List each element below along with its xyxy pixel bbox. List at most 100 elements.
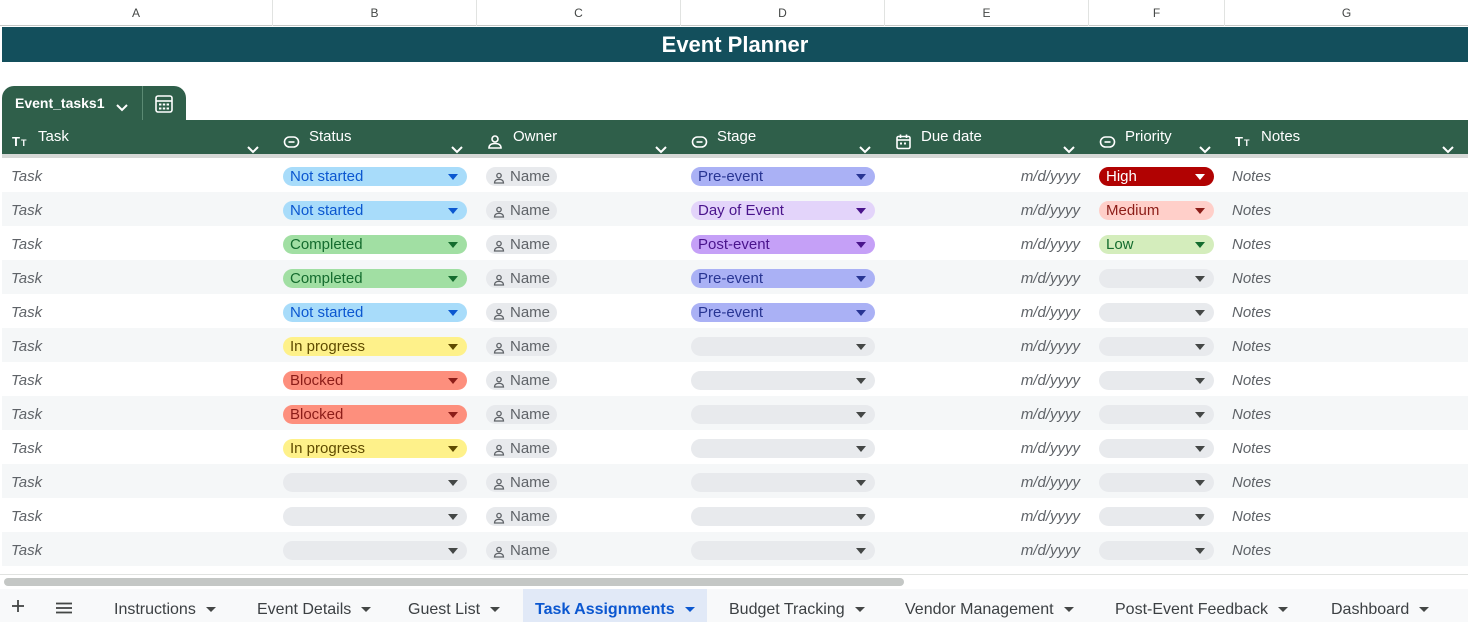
header-stage[interactable]: Stage <box>681 120 885 154</box>
task-cell[interactable]: Task <box>11 328 42 362</box>
header-notes[interactable]: TT Notes <box>1225 120 1468 154</box>
priority-dropdown[interactable] <box>1099 507 1214 526</box>
column-a-header[interactable]: A <box>0 0 273 26</box>
column-d-header[interactable]: D <box>681 0 885 26</box>
status-dropdown[interactable]: Not started <box>283 303 467 322</box>
plus-icon[interactable] <box>10 598 26 619</box>
task-cell[interactable]: Task <box>11 430 42 464</box>
due-date-cell[interactable]: m/d/yyyy <box>886 192 1080 226</box>
owner-chip[interactable]: Name <box>486 269 557 288</box>
status-dropdown[interactable]: Blocked <box>283 405 467 424</box>
table-name[interactable]: Event_tasks1 <box>15 86 105 120</box>
stage-dropdown[interactable] <box>691 507 875 526</box>
owner-chip[interactable]: Name <box>486 439 557 458</box>
chevron-down-icon[interactable] <box>854 607 865 612</box>
header-due-date[interactable]: Due date <box>885 120 1089 154</box>
priority-dropdown[interactable] <box>1099 371 1214 390</box>
status-dropdown[interactable]: Blocked <box>283 371 467 390</box>
priority-dropdown[interactable]: Low <box>1099 235 1214 254</box>
notes-cell[interactable]: Notes <box>1232 226 1271 260</box>
sheet-tab-post-event-feedback[interactable]: Post-Event Feedback <box>1115 589 1288 622</box>
sheet-tab-guest-list[interactable]: Guest List <box>408 589 501 622</box>
chevron-down-icon[interactable] <box>361 607 372 612</box>
chevron-down-icon[interactable] <box>684 607 695 612</box>
priority-dropdown[interactable]: Medium <box>1099 201 1214 220</box>
priority-dropdown[interactable] <box>1099 269 1214 288</box>
due-date-cell[interactable]: m/d/yyyy <box>886 294 1080 328</box>
stage-dropdown[interactable] <box>691 405 875 424</box>
priority-dropdown[interactable] <box>1099 541 1214 560</box>
task-cell[interactable]: Task <box>11 192 42 226</box>
status-dropdown[interactable]: Not started <box>283 167 467 186</box>
stage-dropdown[interactable]: Pre-event <box>691 167 875 186</box>
priority-dropdown[interactable]: High <box>1099 167 1214 186</box>
status-dropdown[interactable]: Completed <box>283 269 467 288</box>
owner-chip[interactable]: Name <box>486 405 557 424</box>
notes-cell[interactable]: Notes <box>1232 362 1271 396</box>
due-date-cell[interactable]: m/d/yyyy <box>886 260 1080 294</box>
chevron-down-icon[interactable] <box>205 607 216 612</box>
owner-chip[interactable]: Name <box>486 303 557 322</box>
due-date-cell[interactable]: m/d/yyyy <box>886 328 1080 362</box>
column-f-header[interactable]: F <box>1089 0 1225 26</box>
status-dropdown[interactable] <box>283 507 467 526</box>
status-dropdown[interactable]: In progress <box>283 439 467 458</box>
task-cell[interactable]: Task <box>11 260 42 294</box>
chevron-down-icon[interactable] <box>490 607 501 612</box>
stage-dropdown[interactable] <box>691 439 875 458</box>
notes-cell[interactable]: Notes <box>1232 192 1271 226</box>
column-b-header[interactable]: B <box>273 0 477 26</box>
notes-cell[interactable]: Notes <box>1232 294 1271 328</box>
stage-dropdown[interactable]: Pre-event <box>691 269 875 288</box>
page-title[interactable]: Event Planner <box>2 27 1468 62</box>
scrollbar-thumb[interactable] <box>4 578 904 586</box>
due-date-cell[interactable]: m/d/yyyy <box>886 430 1080 464</box>
stage-dropdown[interactable]: Post-event <box>691 235 875 254</box>
menu-icon[interactable] <box>55 601 73 619</box>
stage-dropdown[interactable] <box>691 473 875 492</box>
priority-dropdown[interactable] <box>1099 439 1214 458</box>
task-cell[interactable]: Task <box>11 464 42 498</box>
sheet-tab-vendor-management[interactable]: Vendor Management <box>905 589 1074 622</box>
chevron-down-icon[interactable] <box>116 99 128 117</box>
sheet-tab-event-details[interactable]: Event Details <box>257 589 372 622</box>
notes-cell[interactable]: Notes <box>1232 158 1271 192</box>
owner-chip[interactable]: Name <box>486 235 557 254</box>
notes-cell[interactable]: Notes <box>1232 260 1271 294</box>
stage-dropdown[interactable]: Day of Event <box>691 201 875 220</box>
column-e-header[interactable]: E <box>885 0 1089 26</box>
owner-chip[interactable]: Name <box>486 167 557 186</box>
notes-cell[interactable]: Notes <box>1232 532 1271 566</box>
sheet-tab-dashboard[interactable]: Dashboard <box>1331 589 1430 622</box>
chevron-down-icon[interactable] <box>1277 607 1288 612</box>
owner-chip[interactable]: Name <box>486 541 557 560</box>
task-cell[interactable]: Task <box>11 532 42 566</box>
owner-chip[interactable]: Name <box>486 337 557 356</box>
task-cell[interactable]: Task <box>11 226 42 260</box>
stage-dropdown[interactable]: Pre-event <box>691 303 875 322</box>
owner-chip[interactable]: Name <box>486 371 557 390</box>
due-date-cell[interactable]: m/d/yyyy <box>886 226 1080 260</box>
task-cell[interactable]: Task <box>11 362 42 396</box>
header-owner[interactable]: Owner <box>477 120 681 154</box>
table-calc-icon[interactable] <box>154 94 174 119</box>
notes-cell[interactable]: Notes <box>1232 430 1271 464</box>
notes-cell[interactable]: Notes <box>1232 328 1271 362</box>
column-c-header[interactable]: C <box>477 0 681 26</box>
stage-dropdown[interactable] <box>691 371 875 390</box>
status-dropdown[interactable] <box>283 473 467 492</box>
stage-dropdown[interactable] <box>691 337 875 356</box>
status-dropdown[interactable] <box>283 541 467 560</box>
notes-cell[interactable]: Notes <box>1232 464 1271 498</box>
owner-chip[interactable]: Name <box>486 201 557 220</box>
sheet-tab-instructions[interactable]: Instructions <box>114 589 216 622</box>
status-dropdown[interactable]: In progress <box>283 337 467 356</box>
priority-dropdown[interactable] <box>1099 303 1214 322</box>
header-task[interactable]: TT Task <box>2 120 273 154</box>
notes-cell[interactable]: Notes <box>1232 498 1271 532</box>
chevron-down-icon[interactable] <box>1063 607 1074 612</box>
due-date-cell[interactable]: m/d/yyyy <box>886 532 1080 566</box>
priority-dropdown[interactable] <box>1099 473 1214 492</box>
owner-chip[interactable]: Name <box>486 473 557 492</box>
task-cell[interactable]: Task <box>11 158 42 192</box>
